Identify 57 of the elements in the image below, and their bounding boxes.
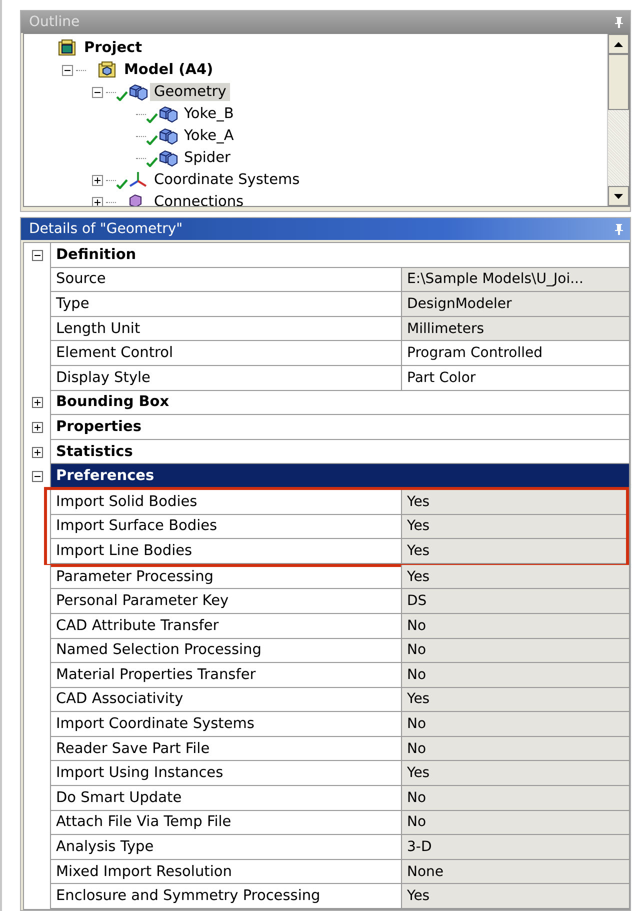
cubes-icon bbox=[158, 149, 178, 167]
cubes-icon bbox=[128, 83, 148, 101]
collapse-toggle[interactable] bbox=[62, 64, 73, 76]
property-value[interactable]: Yes bbox=[402, 514, 626, 538]
tree-item[interactable]: Spider bbox=[180, 149, 235, 167]
expand-toggle[interactable] bbox=[32, 422, 42, 433]
property-value[interactable]: Yes bbox=[402, 539, 626, 563]
pin-icon bbox=[614, 223, 624, 235]
axes-icon bbox=[128, 171, 148, 189]
folder-icon bbox=[98, 61, 118, 79]
down-arrow-icon bbox=[614, 194, 623, 198]
collapse-toggle[interactable] bbox=[92, 86, 103, 98]
property-value[interactable]: No bbox=[402, 663, 629, 687]
group-header[interactable]: Bounding Box bbox=[50, 390, 629, 416]
scrollbar[interactable] bbox=[607, 34, 629, 206]
cubes-icon bbox=[158, 127, 178, 145]
group-header[interactable]: Properties bbox=[50, 415, 629, 440]
panel-title: Outline bbox=[29, 14, 80, 30]
property-value[interactable]: No bbox=[402, 712, 629, 736]
expand-toggle[interactable] bbox=[92, 174, 103, 186]
property-value[interactable]: E:\Sample Models\U_Joi... bbox=[402, 268, 629, 292]
tree-item[interactable]: Model (A4) bbox=[120, 61, 218, 79]
folder-icon bbox=[58, 39, 78, 57]
property-value[interactable]: No bbox=[402, 810, 629, 834]
scroll-down-button[interactable] bbox=[608, 186, 629, 206]
property-value[interactable]: Yes bbox=[402, 688, 629, 712]
group-header[interactable]: Preferences bbox=[50, 464, 629, 489]
property-value[interactable]: No bbox=[402, 736, 629, 760]
collapse-toggle[interactable] bbox=[32, 471, 42, 482]
property-value[interactable]: 3-D bbox=[402, 835, 629, 859]
property-value[interactable]: DesignModeler bbox=[402, 292, 629, 316]
expand-toggle[interactable] bbox=[32, 397, 42, 408]
property-value[interactable]: Yes bbox=[402, 761, 629, 786]
collapse-toggle[interactable] bbox=[32, 250, 42, 261]
property-value[interactable]: DS bbox=[402, 589, 629, 613]
tree-item[interactable]: Coordinate Systems bbox=[150, 171, 304, 189]
property-value[interactable]: None bbox=[402, 860, 629, 884]
tree-item[interactable]: Connections bbox=[150, 193, 248, 206]
property-value[interactable]: Yes bbox=[402, 564, 629, 588]
tree-item[interactable]: Yoke_A bbox=[180, 127, 238, 145]
scroll-up-button[interactable] bbox=[608, 34, 629, 54]
tree-item[interactable]: Project bbox=[80, 39, 146, 57]
property-value[interactable]: No bbox=[402, 786, 629, 810]
property-value[interactable]: No bbox=[402, 614, 629, 638]
scroll-thumb[interactable] bbox=[608, 54, 629, 110]
property-value[interactable]: Yes bbox=[402, 884, 629, 908]
property-value[interactable]: Yes bbox=[402, 490, 626, 514]
property-value[interactable]: Millimeters bbox=[402, 316, 629, 340]
panel-title: Details of "Geometry" bbox=[29, 221, 183, 237]
expand-toggle[interactable] bbox=[92, 196, 103, 206]
property-value[interactable]: No bbox=[402, 638, 629, 662]
pin-icon bbox=[614, 16, 624, 28]
expand-toggle[interactable] bbox=[32, 446, 42, 458]
tree-item[interactable]: Yoke_B bbox=[180, 105, 238, 123]
up-arrow-icon bbox=[614, 42, 623, 46]
cubes-icon bbox=[158, 105, 178, 123]
tree-item[interactable]: Geometry bbox=[150, 83, 230, 101]
